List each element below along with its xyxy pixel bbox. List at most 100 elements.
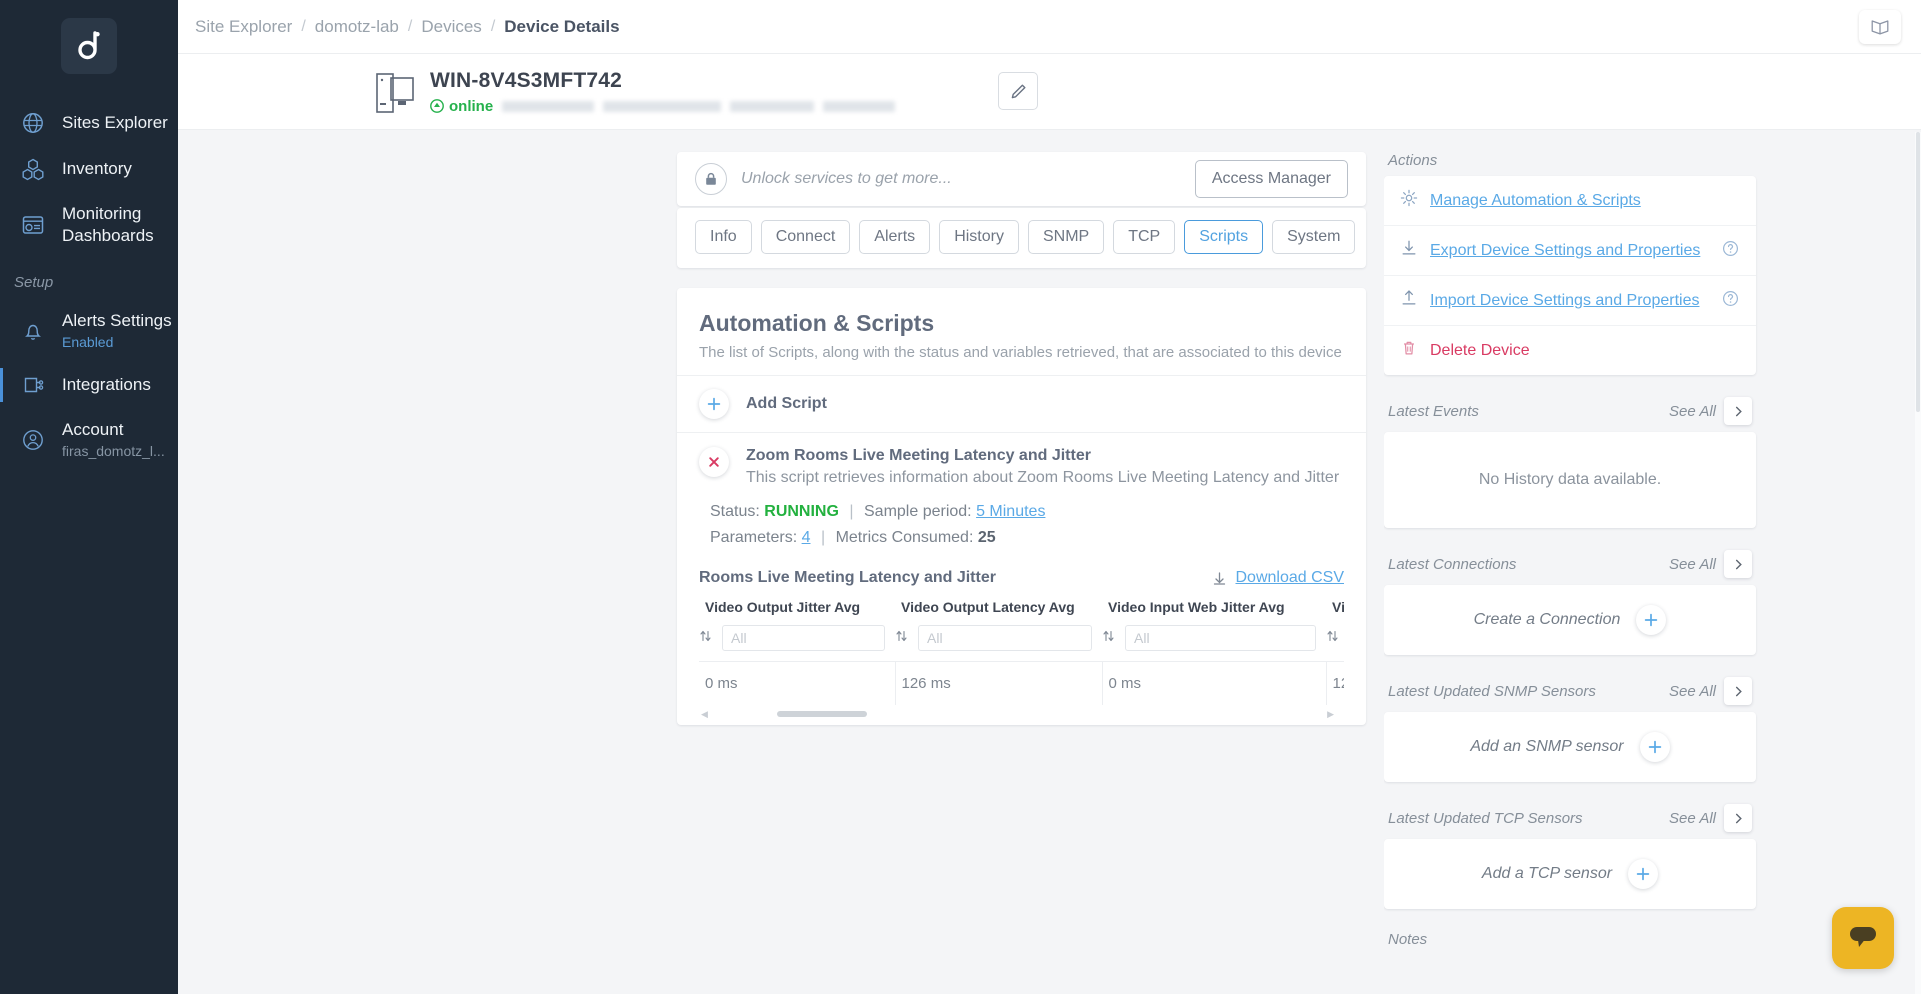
create-connection-button[interactable] [1636,605,1666,635]
edit-device-button[interactable] [998,72,1038,110]
breadcrumb-separator: / [301,18,305,36]
add-tcp-sensor-button[interactable] [1628,859,1658,889]
sidebar-item-account[interactable]: Account firas_domotz_l... [0,408,178,471]
documentation-button[interactable] [1859,10,1901,44]
see-all-button[interactable] [1724,804,1752,832]
redacted-mac [603,101,721,112]
computer-icon [374,70,416,116]
close-x-icon[interactable] [699,447,729,477]
filter-input[interactable] [722,625,885,651]
add-script-row[interactable]: Add Script [677,376,1366,432]
chat-bubble-icon [1846,922,1880,954]
cta-label: Create a Connection [1474,611,1621,629]
see-all-link[interactable]: See All [1669,683,1716,700]
table-title: Rooms Live Meeting Latency and Jitter [699,569,1212,587]
scripts-header: Automation & Scripts The list of Scripts… [677,288,1366,375]
globe-icon [18,111,48,135]
automation-scripts-card: Automation & Scripts The list of Scripts… [677,288,1366,725]
tab-alerts[interactable]: Alerts [859,220,930,254]
tab-connect[interactable]: Connect [761,220,851,254]
sidebar-item-label: Sites Explorer [62,112,168,134]
download-arrow-icon [1400,239,1418,262]
chevron-right-icon [1732,685,1745,698]
see-all-button[interactable] [1724,550,1752,578]
help-icon[interactable] [1722,290,1740,312]
sidebar-item-inventory[interactable]: Inventory [0,146,178,192]
main-area: Site Explorer / domotz-lab / Devices / D… [178,0,1921,994]
filter-input[interactable] [1125,625,1316,651]
page-scrollbar[interactable] [1915,132,1921,994]
section-title: Latest Events [1388,403,1669,420]
table-header-row: Rooms Live Meeting Latency and Jitter Do… [699,569,1344,587]
actions-section-label: Actions [1384,152,1756,176]
sidebar-item-sites-explorer[interactable]: Sites Explorer [0,100,178,146]
column-header: Video Output Latency Avg [895,599,1102,625]
see-all-button[interactable] [1724,397,1752,425]
latest-tcp-sensors-section-label: Latest Updated TCP Sensors See All [1384,804,1756,839]
download-csv-button[interactable]: Download CSV [1212,569,1345,587]
breadcrumb-item-site-explorer[interactable]: Site Explorer [195,17,292,37]
right-panel: Actions Manage Automation & Scripts Expo… [1384,152,1774,994]
action-import-device-settings[interactable]: Import Device Settings and Properties [1384,276,1756,326]
plus-icon[interactable] [699,389,729,419]
sidebar-item-monitoring-dashboards[interactable]: Monitoring Dashboards [0,192,178,258]
sidebar-item-integrations[interactable]: Integrations [0,362,178,408]
sidebar-item-label: Inventory [62,158,132,180]
help-icon[interactable] [1722,240,1740,262]
horizontal-scrollbar[interactable]: ◀ ▶ [699,707,1344,721]
table-scroll-container[interactable]: Video Output Jitter Avg Video Output Lat… [699,599,1344,721]
parameters-value[interactable]: 4 [802,529,811,546]
page-subtitle: The list of Scripts, along with the stat… [699,344,1344,361]
latest-connections-section-label: Latest Connections See All [1384,550,1756,585]
column-header: Video Output Jitter Avg [699,599,895,625]
access-manager-button[interactable]: Access Manager [1195,160,1348,198]
section-title: Latest Connections [1388,556,1669,573]
tab-scripts[interactable]: Scripts [1184,220,1263,254]
sidebar-item-alerts-settings[interactable]: Alerts Settings Enabled [0,299,178,362]
sort-arrows-icon[interactable] [1102,629,1116,648]
action-label: Manage Automation & Scripts [1430,192,1740,210]
plus-icon [1643,612,1659,628]
filter-cell [1326,625,1344,662]
sort-arrows-icon[interactable] [1326,629,1340,648]
topbar: Site Explorer / domotz-lab / Devices / D… [178,0,1921,54]
separator: | [821,529,825,546]
see-all-link[interactable]: See All [1669,556,1716,573]
breadcrumb-item-devices[interactable]: Devices [421,17,481,37]
script-status-line: Status: RUNNING | Sample period: 5 Minut… [710,499,1344,525]
sample-period-label: Sample period: [864,503,972,520]
page-scrollbar-thumb[interactable] [1916,132,1920,412]
sort-arrows-icon[interactable] [699,629,713,648]
see-all-link[interactable]: See All [1669,403,1716,420]
filter-cell [699,625,895,662]
add-snmp-sensor-button[interactable] [1640,732,1670,762]
action-export-device-settings[interactable]: Export Device Settings and Properties [1384,226,1756,276]
metrics-table-wrap: Rooms Live Meeting Latency and Jitter Do… [677,561,1366,721]
app-logo[interactable] [61,18,117,74]
scroll-left-arrow[interactable]: ◀ [701,709,708,720]
tab-system[interactable]: System [1272,220,1355,254]
plus-icon [1647,739,1663,755]
tab-snmp[interactable]: SNMP [1028,220,1104,254]
see-all-link[interactable]: See All [1669,810,1716,827]
action-label: Import Device Settings and Properties [1430,292,1710,310]
see-all-button[interactable] [1724,677,1752,705]
tab-history[interactable]: History [939,220,1019,254]
tab-tcp[interactable]: TCP [1113,220,1175,254]
tab-info[interactable]: Info [695,220,752,254]
table-filter-row [699,625,1344,662]
breadcrumb-item-domotz-lab[interactable]: domotz-lab [315,17,399,37]
action-delete-device[interactable]: Delete Device [1384,326,1756,375]
table-column-headers: Video Output Jitter Avg Video Output Lat… [699,599,1344,625]
chat-widget-button[interactable] [1832,907,1894,969]
filter-input[interactable] [918,625,1092,651]
dashboard-icon [18,213,48,237]
action-manage-automation-scripts[interactable]: Manage Automation & Scripts [1384,176,1756,226]
script-name: Zoom Rooms Live Meeting Latency and Jitt… [746,447,1344,465]
sort-arrows-icon[interactable] [895,629,909,648]
filter-cell [895,625,1102,662]
scrollbar-thumb[interactable] [777,711,867,717]
sample-period-value[interactable]: 5 Minutes [976,503,1045,520]
integrations-icon [18,373,48,397]
scroll-right-arrow[interactable]: ▶ [1327,709,1334,720]
